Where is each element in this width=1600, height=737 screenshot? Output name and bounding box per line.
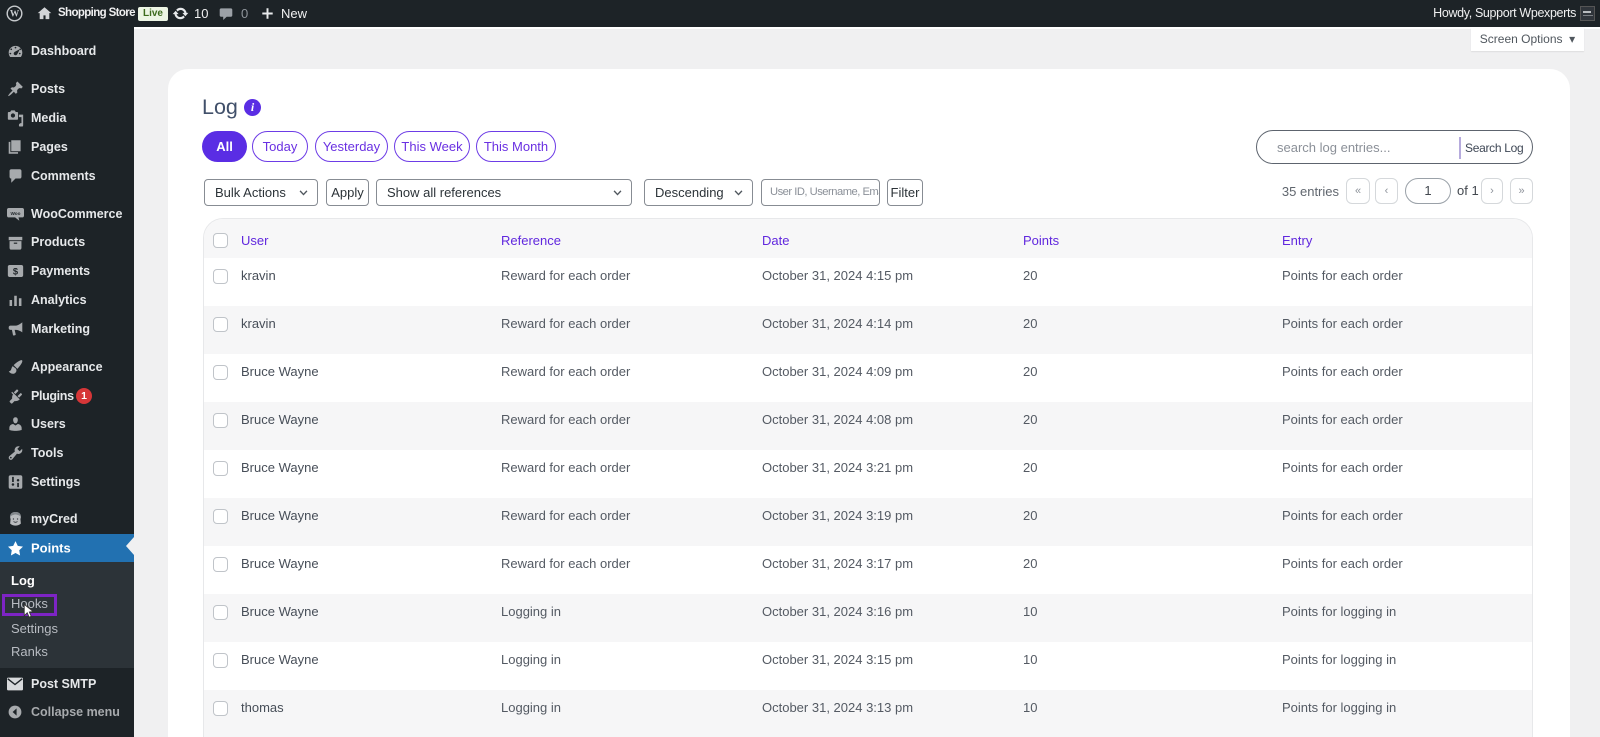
svg-text:Woo: Woo — [11, 210, 21, 215]
svg-text:W: W — [10, 10, 20, 20]
svg-text:$: $ — [13, 266, 19, 276]
